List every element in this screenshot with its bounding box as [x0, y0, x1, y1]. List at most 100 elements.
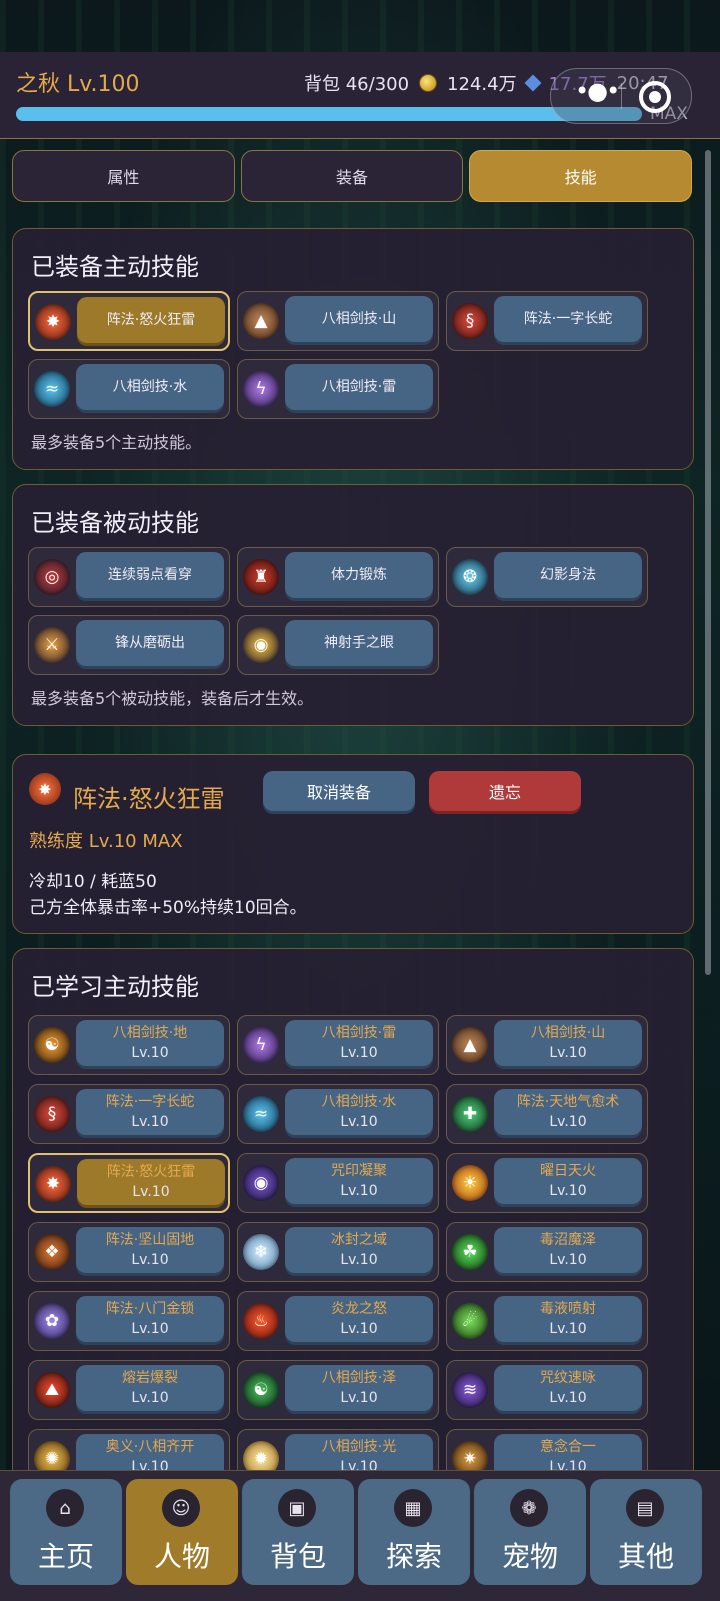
- learned-skills-title: 已学习主动技能: [31, 973, 199, 1001]
- learned-skill-slot[interactable]: ϟ 八相剑技·雷 Lv.10: [237, 1015, 439, 1075]
- forget-button[interactable]: 遗忘: [429, 771, 581, 811]
- skill-label: 阵法·八门金锁: [105, 1301, 195, 1317]
- skill-button[interactable]: 阵法·一字长蛇: [494, 296, 642, 342]
- bag-capacity: 背包 46/300: [304, 74, 410, 95]
- skill-label: 体力锻炼: [331, 567, 387, 583]
- learned-skill-slot[interactable]: ≈ 八相剑技·水 Lv.10: [237, 1084, 439, 1144]
- skill-button[interactable]: 幻影身法: [494, 552, 642, 598]
- skill-button[interactable]: 八相剑技·雷: [285, 364, 433, 410]
- skill-button[interactable]: 八相剑技·水: [76, 364, 224, 410]
- skill-cost: 冷却10 / 耗蓝50: [29, 872, 157, 892]
- equipped-passive-slot[interactable]: ❂ 幻影身法: [446, 547, 648, 607]
- skill-label: 神射手之眼: [324, 635, 394, 651]
- skill-button[interactable]: 八相剑技·雷 Lv.10: [285, 1020, 433, 1066]
- learned-skill-slot[interactable]: ❖ 阵法·坚山固地 Lv.10: [28, 1222, 230, 1282]
- skill-button[interactable]: 咒纹速咏 Lv.10: [494, 1365, 642, 1411]
- nav-character[interactable]: ☺ 人物: [126, 1479, 238, 1585]
- skill-button[interactable]: 阵法·一字长蛇 Lv.10: [76, 1089, 224, 1135]
- skill-button[interactable]: 神射手之眼: [285, 620, 433, 666]
- learned-skill-slot[interactable]: ≋ 咒纹速咏 Lv.10: [446, 1360, 648, 1420]
- skill-level: Lv.10: [549, 1390, 587, 1406]
- skill-button[interactable]: 曜日天火 Lv.10: [494, 1158, 642, 1204]
- tab-attributes[interactable]: 属性: [12, 150, 235, 202]
- more-icon[interactable]: •●•: [575, 77, 620, 105]
- learned-skill-slot[interactable]: ⛰ 熔岩爆裂 Lv.10: [28, 1360, 230, 1420]
- skill-label: 八相剑技·山: [530, 1025, 606, 1041]
- gold-coin-icon: [419, 74, 438, 92]
- water-icon: ≈: [243, 1096, 279, 1132]
- skill-level: Lv.10: [340, 1390, 378, 1406]
- learned-skill-slot[interactable]: ◉ 咒印凝聚 Lv.10: [237, 1153, 439, 1213]
- skill-level: Lv.10: [131, 1045, 169, 1061]
- equipped-active-slot[interactable]: ✸ 阵法·怒火狂雷: [28, 291, 230, 351]
- learned-skill-slot[interactable]: ▲ 八相剑技·山 Lv.10: [446, 1015, 648, 1075]
- unequip-button[interactable]: 取消装备: [263, 771, 415, 811]
- skill-button[interactable]: 阵法·怒火狂雷: [77, 297, 225, 343]
- skill-button[interactable]: 阵法·八门金锁 Lv.10: [76, 1296, 224, 1342]
- skill-level: Lv.10: [340, 1114, 378, 1130]
- skill-button[interactable]: 体力锻炼: [285, 552, 433, 598]
- learned-skill-slot[interactable]: ☀ 曜日天火 Lv.10: [446, 1153, 648, 1213]
- skill-button[interactable]: 连续弱点看穿: [76, 552, 224, 598]
- skill-button[interactable]: 八相剑技·地 Lv.10: [76, 1020, 224, 1066]
- skill-label: 八相剑技·泽: [321, 1370, 397, 1386]
- skill-label: 八相剑技·水: [112, 379, 188, 395]
- capsule-divider: [621, 83, 622, 109]
- equipped-passive-slot[interactable]: ◉ 神射手之眼: [237, 615, 439, 675]
- skill-button[interactable]: 熔岩爆裂 Lv.10: [76, 1365, 224, 1411]
- skill-level: Lv.10: [549, 1183, 587, 1199]
- nav-pets[interactable]: ❁ 宠物: [474, 1479, 586, 1585]
- skill-label: 意念合一: [540, 1439, 596, 1455]
- tab-equipment[interactable]: 装备: [240, 150, 464, 202]
- learned-skill-slot[interactable]: ☘ 毒沼魔泽 Lv.10: [446, 1222, 648, 1282]
- snake-icon: §: [34, 1096, 70, 1132]
- learned-skill-slot[interactable]: § 阵法·一字长蛇 Lv.10: [28, 1084, 230, 1144]
- skill-button[interactable]: 八相剑技·山 Lv.10: [494, 1020, 642, 1066]
- learned-skill-slot[interactable]: ♨ 炎龙之怒 Lv.10: [237, 1291, 439, 1351]
- nav-label: 主页: [37, 1540, 94, 1573]
- close-icon[interactable]: [639, 81, 671, 113]
- nav-backpack[interactable]: ▣ 背包: [242, 1479, 354, 1585]
- tab-skills[interactable]: 技能: [469, 150, 693, 202]
- equipped-active-slot[interactable]: ϟ 八相剑技·雷: [237, 359, 439, 419]
- learned-skill-slot[interactable]: ❄ 冰封之域 Lv.10: [237, 1222, 439, 1282]
- skill-label: 八相剑技·山: [321, 311, 397, 327]
- skill-button[interactable]: 锋从磨砺出: [76, 620, 224, 666]
- scrollbar[interactable]: [705, 150, 711, 975]
- learned-skill-slot[interactable]: ☄ 毒液喷射 Lv.10: [446, 1291, 648, 1351]
- bagua-icon: ☯: [34, 1027, 70, 1063]
- learned-skill-slot[interactable]: ✿ 阵法·八门金锁 Lv.10: [28, 1291, 230, 1351]
- skill-button[interactable]: 阵法·坚山固地 Lv.10: [76, 1227, 224, 1273]
- skill-button[interactable]: 毒液喷射 Lv.10: [494, 1296, 642, 1342]
- equipped-active-slot[interactable]: ≈ 八相剑技·水: [28, 359, 230, 419]
- skill-button[interactable]: 冰封之域 Lv.10: [285, 1227, 433, 1273]
- nav-other[interactable]: ▤ 其他: [590, 1479, 702, 1585]
- equipped-passive-slot[interactable]: ♜ 体力锻炼: [237, 547, 439, 607]
- equipped-active-slot[interactable]: ▲ 八相剑技·山: [237, 291, 439, 351]
- skill-button[interactable]: 八相剑技·水 Lv.10: [285, 1089, 433, 1135]
- skill-level: Lv.10: [340, 1045, 378, 1061]
- miniprogram-capsule[interactable]: •●•: [550, 68, 692, 124]
- learned-skill-slot[interactable]: ☯ 八相剑技·地 Lv.10: [28, 1015, 230, 1075]
- skill-label: 曜日天火: [540, 1163, 596, 1179]
- skill-detail-title: 阵法·怒火狂雷: [73, 785, 225, 813]
- skill-button[interactable]: 炎龙之怒 Lv.10: [285, 1296, 433, 1342]
- equipped-active-title: 已装备主动技能: [31, 253, 199, 281]
- backpack-icon: ▣: [278, 1489, 316, 1527]
- skill-button[interactable]: 毒沼魔泽 Lv.10: [494, 1227, 642, 1273]
- learned-skill-slot[interactable]: ✚ 阵法·天地气愈术 Lv.10: [446, 1084, 648, 1144]
- equipped-passive-slot[interactable]: ⚔ 锋从磨砺出: [28, 615, 230, 675]
- learned-skills-grid: ☯ 八相剑技·地 Lv.10 ϟ 八相剑技·雷 Lv.10 ▲ 八相剑技·山 Lv.10 §…: [28, 1015, 648, 1489]
- skill-button[interactable]: 八相剑技·泽 Lv.10: [285, 1365, 433, 1411]
- equipped-passive-slot[interactable]: ◎ 连续弱点看穿: [28, 547, 230, 607]
- nav-home[interactable]: ⌂ 主页: [10, 1479, 122, 1585]
- skill-button[interactable]: 咒印凝聚 Lv.10: [285, 1158, 433, 1204]
- learned-skill-slot[interactable]: ✸ 阵法·怒火狂雷 Lv.10: [28, 1153, 230, 1213]
- equipped-active-slot[interactable]: § 阵法·一字长蛇: [446, 291, 648, 351]
- skill-button[interactable]: 阵法·天地气愈术 Lv.10: [494, 1089, 642, 1135]
- skill-button[interactable]: 阵法·怒火狂雷 Lv.10: [77, 1159, 225, 1205]
- skill-label: 阵法·一字长蛇: [523, 311, 613, 327]
- nav-explore[interactable]: ▦ 探索: [358, 1479, 470, 1585]
- skill-button[interactable]: 八相剑技·山: [285, 296, 433, 342]
- learned-skill-slot[interactable]: ☯ 八相剑技·泽 Lv.10: [237, 1360, 439, 1420]
